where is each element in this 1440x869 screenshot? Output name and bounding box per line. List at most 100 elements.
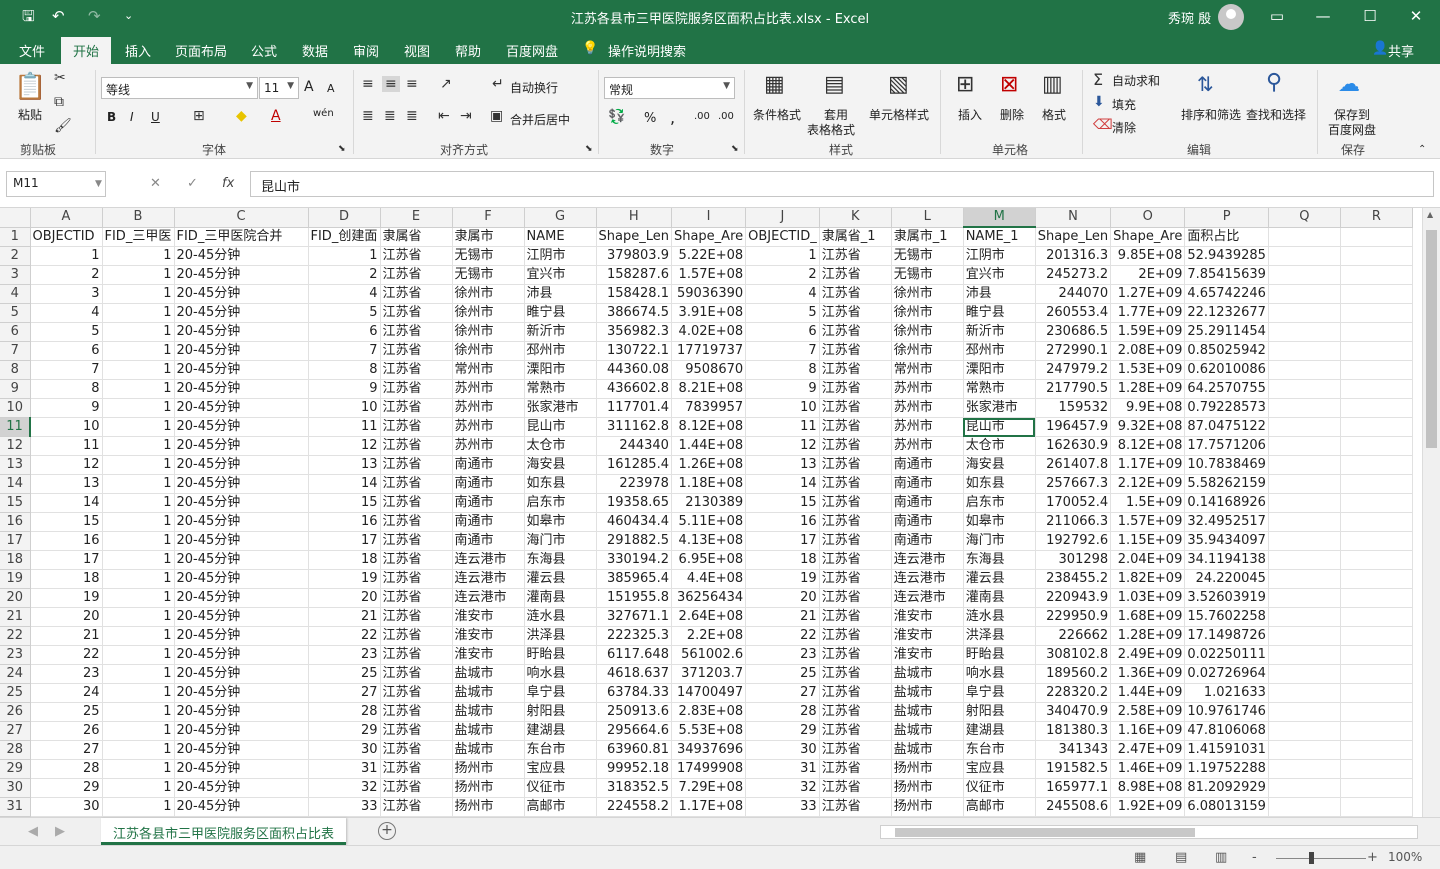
cell[interactable]: 1 [102, 550, 175, 570]
prev-sheet-icon[interactable]: ◀ [28, 824, 38, 839]
cell[interactable]: 1.92E+09 [1110, 797, 1186, 817]
cell[interactable]: 13 [30, 474, 103, 494]
cell[interactable]: 2.47E+09 [1110, 740, 1186, 760]
cell[interactable]: 1.46E+09 [1110, 759, 1186, 779]
cell[interactable]: OBJECTID [30, 227, 103, 247]
alignment-dialog-launcher-icon[interactable]: ⬊ [585, 144, 593, 154]
format-as-table-label[interactable]: 表格格式 [807, 121, 855, 138]
cell[interactable]: 连云港市 [452, 550, 525, 570]
cell[interactable]: 4.02E+08 [671, 322, 747, 342]
cell[interactable]: 162630.9 [1035, 436, 1112, 456]
cell[interactable]: 170052.4 [1035, 493, 1112, 513]
cell[interactable] [1340, 512, 1413, 532]
cell[interactable] [1340, 398, 1413, 418]
cell[interactable]: 苏州市 [891, 436, 964, 456]
tab-baidu-netdisk[interactable]: 百度网盘 [506, 41, 558, 60]
cell[interactable]: 23 [30, 664, 103, 684]
cell[interactable]: 徐州市 [891, 341, 964, 361]
cell[interactable]: Shape_Are [671, 227, 747, 247]
font-size-select[interactable]: 11 ▼ [259, 77, 299, 99]
cell[interactable]: 63960.81 [596, 740, 672, 760]
cell[interactable] [1268, 569, 1341, 589]
cell[interactable]: 海安县 [963, 455, 1036, 475]
cell[interactable]: 1.68E+09 [1110, 607, 1186, 627]
cell[interactable]: 如东县 [963, 474, 1036, 494]
cell[interactable]: 江苏省 [380, 759, 453, 779]
cell[interactable]: 南通市 [891, 474, 964, 494]
cell[interactable] [1340, 436, 1413, 456]
cell[interactable]: 1 [102, 721, 175, 741]
cell[interactable]: 无锡市 [891, 265, 964, 285]
cell[interactable]: 新沂市 [963, 322, 1036, 342]
cell[interactable]: 江苏省 [819, 588, 892, 608]
cell[interactable] [1268, 227, 1341, 247]
wrap-text-icon[interactable]: ↵ [492, 76, 504, 92]
row-header[interactable]: 15 [0, 493, 31, 513]
insert-function-icon[interactable]: fx [222, 176, 234, 191]
cell[interactable]: 江苏省 [819, 398, 892, 418]
cell[interactable]: 江苏省 [380, 531, 453, 551]
cell[interactable]: 34.1194138 [1184, 550, 1269, 570]
row-header[interactable]: 4 [0, 284, 31, 304]
cell[interactable]: 261407.8 [1035, 455, 1112, 475]
cell[interactable]: 隶属市_1 [891, 227, 964, 247]
comma-button[interactable]: , [670, 108, 675, 127]
row-header[interactable]: 6 [0, 322, 31, 342]
column-header[interactable]: E [380, 208, 453, 228]
cell[interactable]: 22 [30, 645, 103, 665]
cell[interactable]: 5.22E+08 [671, 246, 747, 266]
cell[interactable]: 27 [308, 683, 381, 703]
cell[interactable]: 徐州市 [452, 341, 525, 361]
cell[interactable]: 0.02250111 [1184, 645, 1269, 665]
row-header[interactable]: 18 [0, 550, 31, 570]
cell[interactable]: 2.83E+08 [671, 702, 747, 722]
cell[interactable]: 苏州市 [452, 436, 525, 456]
cell[interactable] [1340, 645, 1413, 665]
cell[interactable]: 淮安市 [891, 626, 964, 646]
cell[interactable]: 17719737 [671, 341, 747, 361]
cell[interactable]: 1 [102, 778, 175, 798]
cell[interactable]: 31 [308, 759, 381, 779]
cell[interactable]: 9.32E+08 [1110, 417, 1186, 437]
copy-icon[interactable]: ⧉ [54, 94, 64, 110]
row-header[interactable]: 17 [0, 531, 31, 551]
phonetic-button[interactable]: wén [313, 108, 334, 119]
cell[interactable]: 158428.1 [596, 284, 672, 304]
cell[interactable]: 0.79228573 [1184, 398, 1269, 418]
cell[interactable] [1268, 550, 1341, 570]
cell[interactable]: 13 [745, 455, 820, 475]
tab-review[interactable]: 审阅 [353, 41, 379, 60]
horizontal-scroll-thumb[interactable] [895, 828, 1195, 837]
cell[interactable] [1268, 721, 1341, 741]
cell[interactable]: 盱眙县 [963, 645, 1036, 665]
cell[interactable]: 19358.65 [596, 493, 672, 513]
cell[interactable]: 江苏省 [819, 664, 892, 684]
cell[interactable]: 10.7838469 [1184, 455, 1269, 475]
cell[interactable]: 苏州市 [452, 417, 525, 437]
cell[interactable]: 20-45分钟 [174, 531, 309, 551]
cell[interactable]: 379803.9 [596, 246, 672, 266]
cell[interactable]: 16 [745, 512, 820, 532]
cell[interactable]: FID_创建面 [308, 227, 381, 247]
cell[interactable]: 隶属省_1 [819, 227, 892, 247]
row-header[interactable]: 8 [0, 360, 31, 380]
zoom-out-button[interactable]: - [1252, 850, 1257, 865]
cell[interactable]: 7.29E+08 [671, 778, 747, 798]
cell[interactable]: 江苏省 [380, 417, 453, 437]
cell[interactable] [1340, 227, 1413, 247]
cell[interactable] [1268, 664, 1341, 684]
cell[interactable]: 250913.6 [596, 702, 672, 722]
cell[interactable]: 江苏省 [819, 436, 892, 456]
cell[interactable]: 20-45分钟 [174, 284, 309, 304]
cell[interactable]: 20-45分钟 [174, 550, 309, 570]
cell[interactable]: 159532 [1035, 398, 1112, 418]
cell[interactable]: 1.36E+09 [1110, 664, 1186, 684]
column-header[interactable]: N [1035, 208, 1112, 228]
cell[interactable]: 20-45分钟 [174, 759, 309, 779]
cell[interactable]: 2130389 [671, 493, 747, 513]
cell[interactable]: 江苏省 [380, 360, 453, 380]
ribbon-display-icon[interactable]: ▭ [1262, 6, 1292, 26]
cell[interactable]: 扬州市 [891, 797, 964, 817]
cell[interactable]: 20-45分钟 [174, 664, 309, 684]
cell[interactable]: 20-45分钟 [174, 436, 309, 456]
